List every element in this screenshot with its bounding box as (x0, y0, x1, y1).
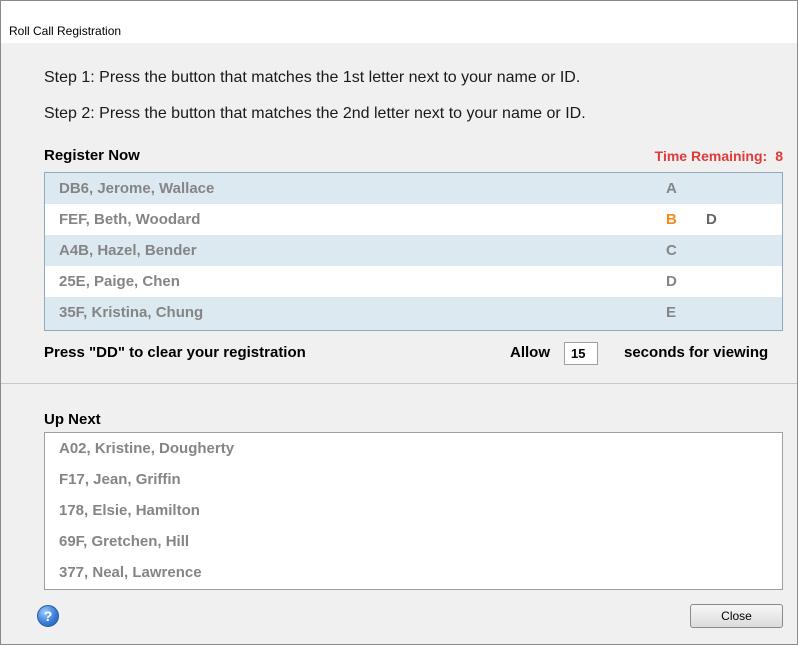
allow-label: Allow (510, 344, 550, 361)
register-row-letter1: A (666, 180, 677, 197)
register-row-letter1: C (666, 242, 677, 259)
register-row-letter1: B (666, 211, 677, 228)
title-bar: Roll Call Registration (1, 1, 797, 43)
register-row[interactable]: FEF, Beth, Woodard B D (45, 204, 782, 235)
seconds-viewing-label: seconds for viewing (624, 344, 769, 361)
roll-call-window: Roll Call Registration Step 1: Press the… (0, 0, 798, 645)
window-title: Roll Call Registration (9, 24, 122, 38)
clear-registration-text: Press "DD" to clear your registration (44, 344, 306, 361)
register-row-letter1: D (666, 273, 677, 290)
list-item: 69F, Gretchen, Hill (59, 533, 190, 550)
time-remaining: Time Remaining: 8 (655, 148, 783, 164)
step-1-instruction: Step 1: Press the button that matches th… (44, 69, 581, 86)
list-item: 178, Elsie, Hamilton (59, 502, 200, 519)
list-item: A02, Kristine, Dougherty (59, 440, 235, 457)
register-row[interactable]: 35F, Kristina, Chung E (45, 297, 782, 330)
register-row-name: FEF, Beth, Woodard (59, 211, 201, 228)
register-row[interactable]: DB6, Jerome, Wallace A (45, 173, 782, 204)
register-row-letter2: D (706, 211, 717, 228)
up-next-label: Up Next (44, 411, 101, 428)
register-row-letter1: E (666, 304, 677, 321)
list-item: F17, Jean, Griffin (59, 471, 181, 488)
allow-seconds-input[interactable] (564, 342, 598, 365)
help-icon[interactable]: ? (37, 605, 59, 627)
time-remaining-label: Time Remaining: (654, 148, 768, 164)
register-row-name: A4B, Hazel, Bender (59, 242, 197, 259)
register-now-label: Register Now (44, 147, 140, 164)
up-next-list: A02, Kristine, Dougherty F17, Jean, Grif… (44, 432, 783, 590)
section-divider (1, 383, 797, 384)
register-row[interactable]: 25E, Paige, Chen D (45, 266, 782, 297)
register-row[interactable]: A4B, Hazel, Bender C (45, 235, 782, 266)
register-row-name: 35F, Kristina, Chung (59, 304, 204, 321)
time-remaining-value: 8 (775, 148, 783, 164)
register-row-name: 25E, Paige, Chen (59, 273, 180, 290)
register-list: DB6, Jerome, Wallace A FEF, Beth, Woodar… (44, 172, 783, 331)
list-item: 377, Neal, Lawrence (59, 564, 202, 581)
register-row-name: DB6, Jerome, Wallace (59, 180, 215, 197)
close-button[interactable]: Close (690, 604, 783, 628)
step-2-instruction: Step 2: Press the button that matches th… (44, 105, 586, 122)
